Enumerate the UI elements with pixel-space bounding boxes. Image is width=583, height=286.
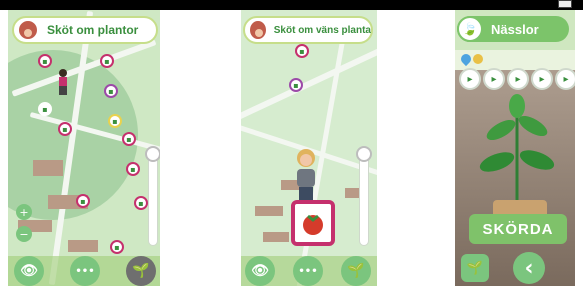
plant-button[interactable]: 🌱 bbox=[341, 256, 371, 286]
player-avatar bbox=[297, 149, 315, 202]
phone-screen-plant-detail: 🍃 Nässlor ▸ ▸ ▸ ▸ ▸ SKÖRDA 🌱 ‹ bbox=[455, 10, 575, 286]
garden-tools-button[interactable]: 🌱 bbox=[461, 254, 489, 282]
zoom-slider-handle[interactable] bbox=[356, 146, 372, 162]
plant-pin[interactable]: ▪ bbox=[110, 240, 124, 254]
plant-pin[interactable]: ▪ bbox=[104, 84, 118, 98]
road bbox=[241, 42, 377, 124]
plant-pin[interactable]: ▪ bbox=[76, 194, 90, 208]
plant-pin[interactable]: ▪ bbox=[100, 54, 114, 68]
header-bar: Sköt om väns planta bbox=[243, 16, 373, 44]
zoom-in-button[interactable]: + bbox=[16, 204, 32, 220]
plant-stage-chip[interactable]: ▸ bbox=[483, 68, 505, 90]
view-button[interactable]: 👁 bbox=[245, 256, 275, 286]
leaf-icon: 🍃 bbox=[457, 16, 483, 42]
plant-pin[interactable]: ▪ bbox=[38, 102, 52, 116]
zoom-slider[interactable] bbox=[148, 150, 158, 246]
plant-stage-chip[interactable]: ▸ bbox=[531, 68, 553, 90]
back-arrow-icon: ‹ bbox=[524, 255, 534, 281]
zoom-slider[interactable] bbox=[359, 150, 369, 246]
more-button[interactable]: ••• bbox=[70, 256, 100, 286]
building bbox=[255, 206, 283, 216]
harvest-button[interactable]: SKÖRDA bbox=[469, 214, 567, 244]
back-button[interactable]: ‹ bbox=[513, 252, 545, 284]
zoom-out-button[interactable]: − bbox=[16, 226, 32, 242]
more-icon: ••• bbox=[75, 265, 95, 277]
building bbox=[33, 160, 63, 176]
phone-screen-friend-plant: Sköt om väns planta ▪ ▪ 👁 ••• 🌱 bbox=[241, 10, 377, 286]
sprout-icon: 🌱 bbox=[347, 263, 365, 279]
plant-button[interactable]: 🌱 bbox=[126, 256, 156, 286]
zoom-slider-handle[interactable] bbox=[145, 146, 160, 162]
plant-pin[interactable]: ▪ bbox=[289, 78, 303, 92]
phone-screen-care-plants: Sköt om plantor ▪ ▪ ▪ ▪ ▪ ▪ ▪ ▪ ▪ ▪ ▪ + … bbox=[8, 10, 160, 286]
header-bar: Sköt om plantor bbox=[12, 16, 158, 44]
page-title: Sköt om plantor bbox=[47, 23, 139, 37]
plant-pin[interactable]: ▪ bbox=[126, 162, 140, 176]
plant-pin[interactable]: ▪ bbox=[38, 54, 52, 68]
plant-pin[interactable]: ▪ bbox=[108, 114, 122, 128]
nettle-plant-model bbox=[479, 94, 555, 202]
view-button[interactable]: 👁 bbox=[14, 256, 44, 286]
plant-name: Nässlor bbox=[491, 21, 539, 37]
sprout-icon: 🌱 bbox=[132, 263, 150, 279]
plant-stage-chip[interactable]: ▸ bbox=[459, 68, 481, 90]
tomato-icon bbox=[303, 214, 323, 235]
caption-icon bbox=[558, 0, 572, 8]
zoom-in-icon: + bbox=[19, 205, 29, 219]
map-view[interactable] bbox=[8, 10, 160, 286]
player-avatar bbox=[59, 69, 67, 95]
avatar[interactable] bbox=[17, 19, 39, 41]
eye-icon: 👁 bbox=[20, 263, 38, 279]
tomato-plant-card[interactable] bbox=[291, 200, 335, 246]
plant-pin[interactable]: ▪ bbox=[58, 122, 72, 136]
caption-strip bbox=[0, 0, 583, 10]
avatar[interactable] bbox=[248, 19, 268, 41]
plant-title-bar: 🍃 Nässlor bbox=[457, 16, 569, 42]
plant-pin[interactable]: ▪ bbox=[122, 132, 136, 146]
zoom-out-icon: − bbox=[19, 227, 29, 241]
building bbox=[263, 232, 289, 242]
eye-icon: 👁 bbox=[251, 263, 269, 279]
page-title: Sköt om väns planta bbox=[273, 24, 371, 36]
more-icon: ••• bbox=[298, 265, 318, 277]
plant-stage-chip[interactable]: ▸ bbox=[507, 68, 529, 90]
water-drop-icon bbox=[458, 51, 474, 67]
building bbox=[68, 240, 98, 252]
plant-pin[interactable]: ▪ bbox=[134, 196, 148, 210]
sun-icon bbox=[473, 54, 483, 64]
plant-pin[interactable]: ▪ bbox=[295, 44, 309, 58]
plant-stage-chip[interactable]: ▸ bbox=[555, 68, 575, 90]
sprout-icon: 🌱 bbox=[466, 260, 484, 276]
more-button[interactable]: ••• bbox=[293, 256, 323, 286]
